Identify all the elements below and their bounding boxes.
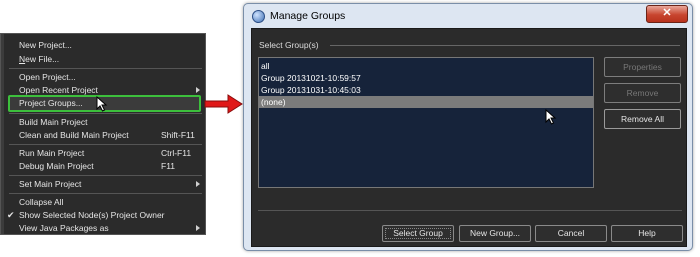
menu-item-project-groups[interactable]: Project Groups... [19,97,83,110]
menu-item-new-file-label: ew File... [25,54,60,64]
new-group-label: New Group... [469,228,521,238]
app-icon [252,10,265,23]
properties-button[interactable]: Properties [604,57,681,77]
menu-item-show-owner[interactable]: Show Selected Node(s) Project Owner [19,209,165,222]
cancel-button[interactable]: Cancel [535,225,607,242]
mouse-cursor-icon [96,96,108,112]
select-group-button[interactable]: Select Group [382,225,454,242]
project-menu: New Project... New File... Open Project.… [0,33,206,235]
dialog-content: Select Group(s) all Group 20131021-10:59… [251,28,687,247]
menu-item-clean-build[interactable]: Clean and Build Main Project [19,129,129,142]
checkmark-icon: ✔ [7,210,15,220]
submenu-arrow-icon [196,225,200,231]
menu-item-new-project[interactable]: New Project... [19,39,72,52]
shortcut-clean-build: Shift-F11 [161,130,195,140]
menu-separator [9,144,202,145]
menu-item-build-main-project[interactable]: Build Main Project [19,116,88,129]
red-arrow-icon [204,94,243,114]
new-group-button[interactable]: New Group... [459,225,531,242]
dialog-title: Manage Groups [270,10,346,22]
menu-separator [9,68,202,69]
list-item[interactable]: Group 20131031-10:45:03 [259,84,593,96]
close-icon[interactable]: ✕ [646,5,688,23]
remove-all-button[interactable]: Remove All [604,109,681,129]
menu-item-new-file[interactable]: New File... [19,53,59,66]
properties-button-label: Properties [623,62,662,72]
menu-separator [9,113,202,114]
remove-button[interactable]: Remove [604,83,681,103]
shortcut-debug-main: F11 [161,161,176,171]
remove-all-button-label: Remove All [621,114,664,124]
list-item[interactable]: Group 20131021-10:59:57 [259,72,593,84]
help-button[interactable]: Help [611,225,683,242]
submenu-arrow-icon [196,181,200,187]
menu-separator [9,193,202,194]
menu-edge [1,34,4,234]
cancel-label: Cancel [557,228,585,238]
focus-ring [385,228,451,239]
remove-button-label: Remove [626,88,659,98]
section-divider [330,45,680,46]
help-label: Help [638,228,656,238]
menu-item-view-java-packages[interactable]: View Java Packages as [19,222,109,235]
shortcut-run-main: Ctrl-F11 [161,148,192,158]
submenu-arrow-icon [196,87,200,93]
menu-item-debug-main-project[interactable]: Debug Main Project [19,160,94,173]
select-groups-label: Select Group(s) [259,40,319,50]
list-item-selected[interactable]: (none) [259,96,593,108]
menu-item-open-project[interactable]: Open Project... [19,71,76,84]
menu-item-open-recent-project[interactable]: Open Recent Project [19,84,98,97]
menu-item-collapse-all[interactable]: Collapse All [19,196,63,209]
menu-separator [9,175,202,176]
mouse-cursor-icon [545,109,557,125]
groups-list[interactable]: all Group 20131021-10:59:57 Group 201310… [258,57,594,188]
list-item[interactable]: all [259,60,593,72]
menu-item-set-main-project[interactable]: Set Main Project [19,178,81,191]
footer-divider [258,210,682,211]
manage-groups-dialog: Manage Groups ✕ Select Group(s) all Grou… [243,3,693,251]
menu-item-run-main-project[interactable]: Run Main Project [19,147,84,160]
